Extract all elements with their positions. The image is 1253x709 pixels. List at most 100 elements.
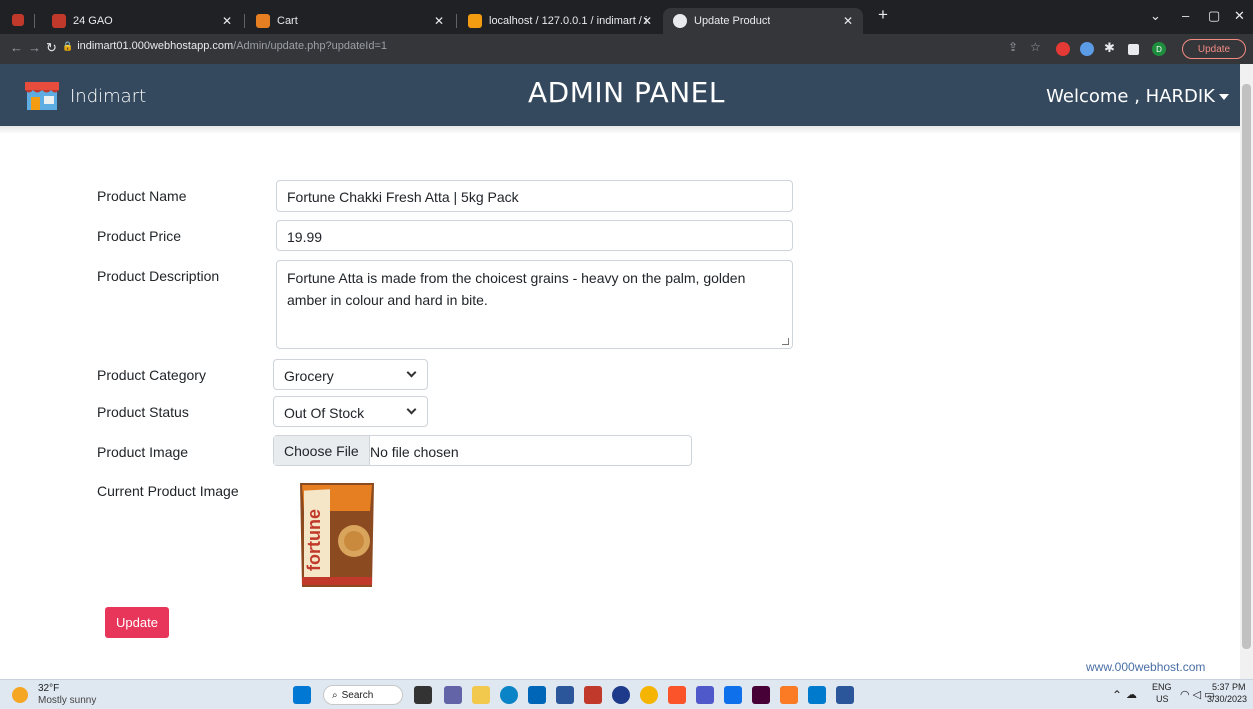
word-icon[interactable]	[836, 686, 854, 704]
product-description-textarea[interactable]: Fortune Atta is made from the choicest g…	[276, 260, 793, 349]
weather-description[interactable]: Mostly sunny	[38, 695, 96, 706]
mcafee-icon[interactable]	[584, 686, 602, 704]
product-category-value: Grocery	[284, 368, 334, 384]
product-name-label: Product Name	[97, 188, 187, 204]
taskbar-search-label: Search	[341, 689, 374, 701]
extensions-puzzle-icon[interactable]: ✱	[1104, 40, 1115, 56]
teams-icon[interactable]	[696, 686, 714, 704]
product-price-label: Product Price	[97, 228, 182, 244]
language-bottom[interactable]: US	[1156, 694, 1169, 704]
product-status-select[interactable]: Out Of Stock	[273, 396, 428, 427]
webhost-badge-link[interactable]: www.000webhost.com	[1086, 660, 1205, 674]
reload-icon[interactable]: ↻	[46, 40, 57, 56]
store-icon[interactable]	[528, 686, 546, 704]
tab-gao[interactable]: 24 GAO ✕	[42, 8, 242, 34]
svg-text:fortune: fortune	[304, 509, 324, 571]
extension-icon[interactable]	[1080, 42, 1094, 56]
new-tab-button[interactable]: +	[878, 5, 888, 25]
windows-start-icon[interactable]	[293, 686, 311, 704]
tab-phpmyadmin[interactable]: localhost / 127.0.0.1 / indimart / i ✕	[458, 8, 662, 34]
tab-label: 24 GAO	[73, 15, 113, 27]
bookmark-star-icon[interactable]: ☆	[1030, 40, 1041, 54]
product-category-select[interactable]: Grocery	[273, 359, 428, 390]
product-price-value: 19.99	[287, 229, 323, 245]
back-arrow-icon[interactable]: ←	[10, 40, 23, 55]
tab-separator	[456, 14, 457, 28]
share-icon[interactable]: ⇪	[1008, 40, 1018, 54]
current-product-image-label: Current Product Image	[97, 483, 239, 499]
tab-search-chevron-icon[interactable]: ⌄	[1150, 8, 1161, 24]
windows-taskbar: 32°F Mostly sunny ⌕ Search ⌃ ☁ ENG US ◠ …	[0, 679, 1253, 709]
page-scrollbar[interactable]	[1240, 64, 1253, 679]
weather-temperature[interactable]: 32°F	[38, 683, 59, 694]
close-tab-icon[interactable]: ✕	[642, 14, 652, 28]
minimize-icon[interactable]: –	[1182, 8, 1189, 23]
profile-avatar[interactable]: D	[1152, 42, 1166, 56]
update-button[interactable]: Update	[105, 607, 169, 638]
close-tab-icon[interactable]: ✕	[222, 14, 232, 28]
browser-update-label: Update	[1197, 43, 1231, 55]
close-tab-icon[interactable]: ✕	[434, 14, 444, 28]
scrollbar-thumb[interactable]	[1242, 84, 1251, 649]
caret-down-icon[interactable]	[1219, 94, 1229, 100]
product-image-file-input[interactable]: Choose File No file chosen	[273, 435, 692, 466]
brave-icon[interactable]	[668, 686, 686, 704]
app-icon[interactable]	[612, 686, 630, 704]
adobe-xd-icon[interactable]	[752, 686, 770, 704]
clock-time[interactable]: 5:37 PM	[1212, 682, 1246, 692]
navbar-shadow	[0, 126, 1240, 134]
weather-sun-icon[interactable]	[12, 687, 28, 703]
browser-tab-strip: 24 GAO ✕ Cart ✕ localhost / 127.0.0.1 / …	[0, 0, 1253, 34]
no-file-chosen-text: No file chosen	[370, 444, 459, 460]
close-window-icon[interactable]: ✕	[1234, 8, 1245, 24]
app-icon	[12, 14, 24, 26]
taskbar-search[interactable]: ⌕ Search	[323, 685, 403, 705]
product-description-label: Product Description	[97, 268, 220, 284]
tab-cart[interactable]: Cart ✕	[246, 8, 454, 34]
language-top[interactable]: ENG	[1152, 682, 1172, 692]
xampp-icon[interactable]	[780, 686, 798, 704]
url-field[interactable]: 🔒 indimart01.000webhostapp.com/Admin/upda…	[62, 40, 387, 52]
globe-favicon-icon	[673, 14, 687, 28]
teamviewer-icon[interactable]	[724, 686, 742, 704]
browser-update-button[interactable]: Update	[1182, 39, 1246, 59]
maximize-icon[interactable]: ▢	[1208, 8, 1220, 24]
clock-date[interactable]: 3/30/2023	[1207, 694, 1247, 704]
user-menu-toggle[interactable]: Welcome , HARDIK	[1046, 86, 1215, 107]
search-icon: ⌕	[332, 689, 338, 701]
tab-separator	[34, 14, 35, 28]
side-panel-icon[interactable]	[1128, 44, 1139, 55]
edge-icon[interactable]	[500, 686, 518, 704]
product-name-input[interactable]: Fortune Chakki Fresh Atta | 5kg Pack	[276, 180, 793, 212]
tab-separator	[244, 14, 245, 28]
chevron-up-icon[interactable]: ⌃	[1112, 688, 1122, 702]
admin-navbar: Indimart ADMIN PANEL Welcome , HARDIK	[0, 64, 1253, 126]
url-host: indimart01.000webhostapp.com	[77, 40, 234, 52]
resize-grip-icon[interactable]	[782, 338, 789, 345]
chrome-icon[interactable]	[640, 686, 658, 704]
tab-update-product[interactable]: Update Product ✕	[663, 8, 863, 34]
app-icon[interactable]	[556, 686, 574, 704]
gao-favicon-icon	[52, 14, 66, 28]
address-bar: ← → ↻ 🔒 indimart01.000webhostapp.com/Admi…	[0, 34, 1253, 64]
adblock-extension-icon[interactable]	[1056, 42, 1070, 56]
vscode-icon[interactable]	[808, 686, 826, 704]
lock-icon: 🔒	[62, 41, 74, 51]
tab-label: Cart	[277, 15, 298, 27]
close-tab-icon[interactable]: ✕	[843, 14, 853, 28]
product-status-label: Product Status	[97, 404, 189, 420]
product-image-label: Product Image	[97, 444, 189, 460]
url-path: /Admin/update.php?updateId=1	[233, 40, 387, 52]
chevron-down-icon	[406, 404, 417, 415]
product-description-value: Fortune Atta is made from the choicest g…	[287, 270, 746, 308]
update-button-label: Update	[116, 615, 158, 630]
file-explorer-icon[interactable]	[472, 686, 490, 704]
onedrive-icon[interactable]: ☁	[1126, 688, 1137, 701]
task-view-icon[interactable]	[414, 686, 432, 704]
product-price-input[interactable]: 19.99	[276, 220, 793, 251]
chat-icon[interactable]	[444, 686, 462, 704]
forward-arrow-icon[interactable]: →	[28, 40, 41, 55]
choose-file-button[interactable]: Choose File	[274, 436, 370, 465]
cart-favicon-icon	[256, 14, 270, 28]
chevron-down-icon	[406, 367, 417, 378]
